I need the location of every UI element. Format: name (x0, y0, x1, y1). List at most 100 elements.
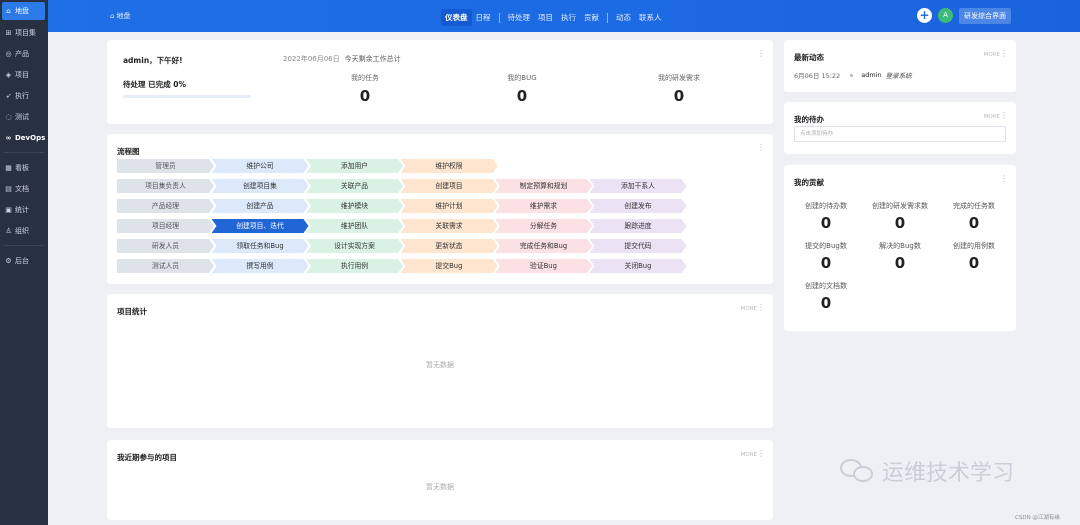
stat-my-tasks[interactable]: 我的任务 0 (315, 73, 415, 105)
breadcrumb[interactable]: ⌂ 地盘 (110, 11, 130, 21)
flow-step[interactable]: 维护权限 (401, 159, 498, 173)
flow-step[interactable]: 关联产品 (306, 179, 403, 193)
contrib-tasks[interactable]: 完成的任务数 0 (934, 201, 1014, 232)
flow-step[interactable]: 维护团队 (306, 219, 403, 233)
flow-step[interactable]: 维护计划 (401, 199, 498, 213)
sidebar-item-doc[interactable]: ▤ 文档 (0, 178, 48, 199)
flow-step[interactable]: 维护模块 (306, 199, 403, 213)
sidebar-item-devops[interactable]: ∞ DevOps (0, 127, 48, 148)
project-stats-card: 项目统计 MORE ⋮ 暂无数据 (107, 294, 773, 428)
flow-step[interactable]: 维护公司 (212, 159, 309, 173)
contrib-value: 0 (820, 214, 832, 232)
flow-step[interactable]: 制定预算和规划 (495, 179, 592, 193)
contrib-cases[interactable]: 创建的用例数 0 (934, 241, 1014, 272)
flow-step[interactable]: 执行用例 (306, 259, 403, 273)
sidebar-item-qa[interactable]: ◌ 测试 (0, 106, 48, 127)
more-link[interactable]: MORE (741, 452, 757, 458)
dynamic-user: admin (861, 71, 882, 79)
stat-my-stories[interactable]: 我的研发需求 0 (629, 73, 729, 105)
csdn-credit: CSDN @江湖有缘 (1015, 515, 1060, 521)
sidebar-item-label: 地盘 (15, 7, 29, 15)
sidebar-item-execution[interactable]: ➶ 执行 (0, 85, 48, 106)
sidebar-item-project[interactable]: ◈ 项目 (0, 64, 48, 85)
flow-step[interactable]: 添加干系人 (590, 179, 687, 193)
flow-role-label: 测试人员 (117, 259, 214, 273)
nav-contribution[interactable]: 贡献 (580, 9, 603, 26)
flow-step[interactable]: 更新状态 (401, 239, 498, 253)
flow-step[interactable]: 提交Bug (401, 259, 498, 273)
dynamics-card: 最新动态 MORE ⋮ 6月06日 15:22 admin 登录系统 (784, 40, 1016, 92)
flow-step[interactable]: 分解任务 (495, 219, 592, 233)
switch-interface-button[interactable]: 研发综合界面 (959, 8, 1011, 24)
more-options-icon[interactable]: ⋮ (757, 49, 765, 58)
more-options-icon[interactable]: ⋮ (1000, 111, 1008, 120)
sidebar-item-kanban[interactable]: ▦ 看板 (0, 157, 48, 178)
nav-calendar[interactable]: 日程 (472, 9, 495, 26)
gear-icon: ⚙ (5, 256, 12, 265)
sidebar-item-report[interactable]: ▣ 统计 (0, 199, 48, 220)
nav-contacts[interactable]: 联系人 (635, 9, 666, 26)
flow-step[interactable]: 关闭Bug (590, 259, 687, 273)
nav-dashboard[interactable]: 仪表盘 (441, 9, 472, 26)
flow-role-label: 产品经理 (117, 199, 214, 213)
kanban-icon: ▦ (5, 163, 12, 172)
stat-my-bugs[interactable]: 我的BUG 0 (472, 73, 572, 105)
flow-step[interactable]: 创建产品 (212, 199, 309, 213)
flow-step[interactable]: 验证Bug (495, 259, 592, 273)
flow-step[interactable]: 提交代码 (590, 239, 687, 253)
more-options-icon[interactable]: ⋮ (757, 449, 765, 458)
flow-step[interactable]: 创建项目、迭代 (212, 219, 309, 233)
contrib-stories[interactable]: 创建的研发需求数 0 (860, 201, 940, 232)
more-options-icon[interactable]: ⋮ (1000, 174, 1008, 183)
nav-todo[interactable]: 待处理 (504, 9, 535, 26)
flow-role-label: 项目集负责人 (117, 179, 214, 193)
bullet-icon (850, 73, 854, 77)
sidebar-item-label: 产品 (15, 49, 29, 58)
flow-step[interactable]: 撰写用例 (212, 259, 309, 273)
flow-step[interactable]: 关联需求 (401, 219, 498, 233)
add-todo-input[interactable]: 点击添加待办 (794, 126, 1006, 142)
sidebar: ⌂ 地盘 ⊞ 项目集 ◎ 产品 ◈ 项目 ➶ 执行 ◌ 测试 ∞ DevOps ▦ 看板 ▤ 文档… (0, 0, 48, 525)
more-options-icon[interactable]: ⋮ (757, 143, 765, 152)
stat-label: 我的研发需求 (658, 74, 700, 82)
nav-execution[interactable]: 执行 (557, 9, 580, 26)
dynamics-title: 最新动态 (794, 53, 824, 62)
flow-step[interactable]: 跟踪进度 (590, 219, 687, 233)
contribution-card: 我的贡献 ⋮ 创建的待办数 0 创建的研发需求数 0 完成的任务数 0 提交的Bug数… (784, 165, 1016, 331)
nav-dynamic[interactable]: 动态 (612, 9, 635, 26)
contrib-value: 0 (820, 294, 832, 312)
flow-step[interactable]: 添加用户 (306, 159, 403, 173)
more-link[interactable]: MORE (984, 114, 1000, 120)
create-button[interactable]: + (917, 8, 932, 23)
contrib-label: 创建的待办数 (805, 202, 847, 210)
sidebar-item-dashboard[interactable]: ⌂ 地盘 (2, 2, 45, 20)
flow-step[interactable]: 领取任务和Bug (212, 239, 309, 253)
contrib-todos[interactable]: 创建的待办数 0 (786, 201, 866, 232)
more-options-icon[interactable]: ⋮ (1000, 49, 1008, 58)
flow-step[interactable]: 设计实现方案 (306, 239, 403, 253)
contrib-value: 0 (968, 254, 980, 272)
flow-step[interactable]: 创建发布 (590, 199, 687, 213)
sidebar-item-product[interactable]: ◎ 产品 (0, 43, 48, 64)
flow-step[interactable]: 创建项目集 (212, 179, 309, 193)
contrib-bugs-resolved[interactable]: 解决的Bug数 0 (860, 241, 940, 272)
sidebar-item-admin[interactable]: ⚙ 后台 (0, 250, 48, 271)
contrib-label: 创建的文档数 (805, 282, 847, 290)
more-link[interactable]: MORE (741, 306, 757, 312)
flow-step[interactable]: 维护需求 (495, 199, 592, 213)
more-link[interactable]: MORE (984, 52, 1000, 58)
contrib-bugs-submitted[interactable]: 提交的Bug数 0 (786, 241, 866, 272)
avatar[interactable]: A (938, 8, 953, 23)
more-options-icon[interactable]: ⋮ (757, 303, 765, 312)
nav-divider (498, 12, 500, 23)
contrib-docs[interactable]: 创建的文档数 0 (786, 281, 866, 312)
sidebar-item-company[interactable]: ♙ 组织 (0, 220, 48, 241)
flow-step[interactable]: 完成任务和Bug (495, 239, 592, 253)
nav-divider (607, 12, 608, 23)
dynamic-entry[interactable]: 6月06日 15:22 admin 登录系统 (794, 70, 912, 80)
contrib-label: 完成的任务数 (953, 202, 995, 210)
flowchart-title: 流程图 (117, 147, 140, 156)
nav-project[interactable]: 项目 (534, 9, 557, 26)
flow-step[interactable]: 创建项目 (401, 179, 498, 193)
sidebar-item-program[interactable]: ⊞ 项目集 (0, 22, 48, 43)
